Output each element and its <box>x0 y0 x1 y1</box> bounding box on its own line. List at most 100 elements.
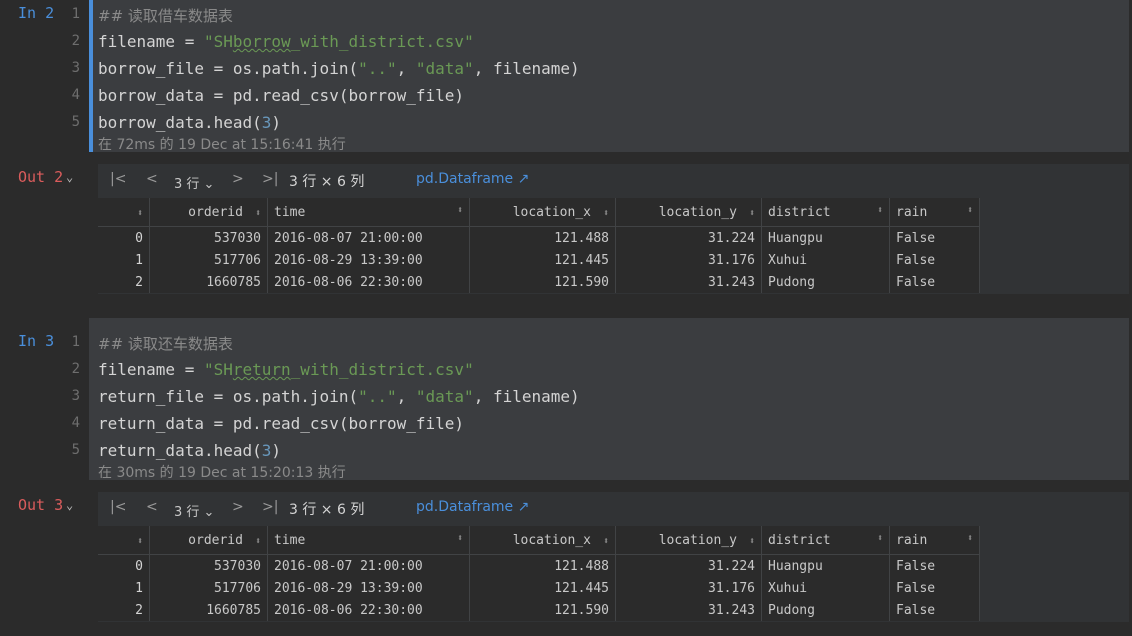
sort-icon[interactable]: ⬍ <box>603 208 609 219</box>
dataframe-type-link[interactable]: pd.Dataframe ↗ <box>416 499 529 515</box>
column-header[interactable]: orderid ⬍ <box>149 526 268 555</box>
rows-per-page-select[interactable]: 3 行 ⌄ <box>174 501 214 520</box>
code-line[interactable]: borrow_data = pd.read_csv(borrow_file) <box>98 86 464 105</box>
column-header-label: rain <box>896 204 928 220</box>
sort-icon[interactable]: ⬍ <box>877 205 883 216</box>
cell-out-label: Out 3 <box>18 496 64 514</box>
prev-page-icon[interactable]: < <box>146 171 158 187</box>
next-page-icon[interactable]: > <box>232 171 244 187</box>
column-header[interactable]: rain ⬍ <box>889 526 980 555</box>
column-header[interactable]: location_y ⬍ <box>615 198 762 227</box>
column-header[interactable]: orderid ⬍ <box>149 198 268 227</box>
table-cell: 121.488 <box>469 554 616 577</box>
code-line[interactable]: borrow_file = os.path.join("..", "data",… <box>98 59 580 78</box>
code-line[interactable]: return_data = pd.read_csv(borrow_file) <box>98 414 464 433</box>
code-line[interactable]: return_file = os.path.join("..", "data",… <box>98 387 580 406</box>
code-token: borrow_data = pd.read_csv(borrow_file) <box>98 86 465 105</box>
code-line[interactable]: ## 读取还车数据表 <box>98 333 233 354</box>
table-row[interactable]: 0 537030 2016-08-07 21:00:00 121.488 31.224 H… <box>98 226 980 249</box>
table-cell: 537030 <box>149 554 268 577</box>
code-line[interactable]: return_data.head(3) <box>98 441 281 460</box>
column-header[interactable]: location_x ⬍ <box>469 198 616 227</box>
table-cell: 121.590 <box>469 271 616 293</box>
code-token: filename = <box>98 360 204 379</box>
sort-icon[interactable]: ⬍ <box>137 536 143 547</box>
cell-out-label: Out 2 <box>18 168 64 186</box>
dataframe-toolbar: |< < 3 行 ⌄ > >| 3 行 × 6 列 pd.Dataframe ↗ <box>98 492 1129 526</box>
table-cell: 1660785 <box>149 271 268 293</box>
table-cell: False <box>889 599 980 621</box>
code-line[interactable]: filename = "SHborrow_with_district.csv" <box>98 32 474 51</box>
last-page-icon[interactable]: >| <box>262 499 278 515</box>
column-header[interactable]: district ⬍ <box>761 198 890 227</box>
table-row[interactable]: 1 517706 2016-08-29 13:39:00 121.445 31.176 X… <box>98 577 980 599</box>
table-row[interactable]: 1 517706 2016-08-29 13:39:00 121.445 31.176 X… <box>98 249 980 271</box>
sort-icon[interactable]: ⬍ <box>255 536 261 547</box>
column-header-label: location_y <box>658 204 737 220</box>
code-token: "data" <box>415 59 474 78</box>
table-cell: 2016-08-07 21:00:00 <box>267 226 470 249</box>
table-row[interactable]: 0 537030 2016-08-07 21:00:00 121.488 31.224 H… <box>98 554 980 577</box>
table-cell: False <box>889 271 980 293</box>
column-header[interactable]: ⬍ <box>98 198 150 227</box>
execution-info: 在 72ms 的 19 Dec at 15:16:41 执行 <box>98 137 346 153</box>
sort-icon[interactable]: ⬍ <box>967 205 973 216</box>
first-page-icon[interactable]: |< <box>110 171 126 187</box>
table-cell: 31.243 <box>615 271 762 293</box>
first-page-icon[interactable]: |< <box>110 499 126 515</box>
table-cell: 2 <box>98 271 150 293</box>
sort-icon[interactable]: ⬍ <box>603 536 609 547</box>
column-header-label: time <box>274 532 306 548</box>
rows-per-page-select[interactable]: 3 行 ⌄ <box>174 173 214 192</box>
column-header[interactable]: time ⬍ <box>267 198 470 227</box>
table-cell: 31.243 <box>615 599 762 621</box>
column-header-label: orderid <box>188 532 243 548</box>
sort-icon[interactable]: ⬍ <box>967 533 973 544</box>
table-cell: 2 <box>98 599 150 621</box>
sort-icon[interactable]: ⬍ <box>877 533 883 544</box>
line-number: 4 <box>71 87 80 103</box>
column-header[interactable]: district ⬍ <box>761 526 890 555</box>
sort-icon[interactable]: ⬍ <box>255 208 261 219</box>
column-header[interactable]: rain ⬍ <box>889 198 980 227</box>
table-row[interactable]: 2 1660785 2016-08-06 22:30:00 121.590 31.243… <box>98 599 980 621</box>
next-page-icon[interactable]: > <box>232 499 244 515</box>
sort-icon[interactable]: ⬍ <box>749 208 755 219</box>
line-number: 5 <box>71 442 80 458</box>
code-token: borrow_data.head( <box>98 113 262 132</box>
table-cell: 517706 <box>149 577 268 599</box>
sort-icon[interactable]: ⬍ <box>749 536 755 547</box>
line-number: 4 <box>71 415 80 431</box>
code-token: return_data.head( <box>98 441 262 460</box>
table-cell: 31.224 <box>615 554 762 577</box>
code-line[interactable]: ## 读取借车数据表 <box>98 5 233 26</box>
chevron-down-icon: ⌄ <box>203 177 215 192</box>
code-line[interactable]: filename = "SHreturn_with_district.csv" <box>98 360 474 379</box>
table-row[interactable]: 2 1660785 2016-08-06 22:30:00 121.590 31.243… <box>98 271 980 293</box>
sort-icon[interactable]: ⬍ <box>137 208 143 219</box>
column-header-label: district <box>768 204 831 220</box>
cell-in-label: In 2 <box>18 4 55 22</box>
column-header[interactable]: ⬍ <box>98 526 150 555</box>
table-cell: 2016-08-07 21:00:00 <box>267 554 470 577</box>
code-token: filename = <box>98 32 204 51</box>
line-number: 2 <box>71 361 80 377</box>
column-header[interactable]: location_x ⬍ <box>469 526 616 555</box>
column-header[interactable]: location_y ⬍ <box>615 526 762 555</box>
chevron-down-icon[interactable]: ⌄ <box>66 170 73 184</box>
table-cell: 0 <box>98 226 150 249</box>
prev-page-icon[interactable]: < <box>146 499 158 515</box>
dataframe-type-link[interactable]: pd.Dataframe ↗ <box>416 171 529 187</box>
code-line[interactable]: borrow_data.head(3) <box>98 113 281 132</box>
table-cell: 121.488 <box>469 226 616 249</box>
table-cell: 537030 <box>149 226 268 249</box>
column-header[interactable]: time ⬍ <box>267 526 470 555</box>
column-header-label: location_y <box>658 532 737 548</box>
last-page-icon[interactable]: >| <box>262 171 278 187</box>
sort-icon[interactable]: ⬍ <box>457 533 463 544</box>
sort-icon[interactable]: ⬍ <box>457 205 463 216</box>
table-cell: 121.445 <box>469 577 616 599</box>
table-cell: Huangpu <box>761 226 890 249</box>
code-token: 3 <box>261 113 272 132</box>
chevron-down-icon[interactable]: ⌄ <box>66 498 73 512</box>
